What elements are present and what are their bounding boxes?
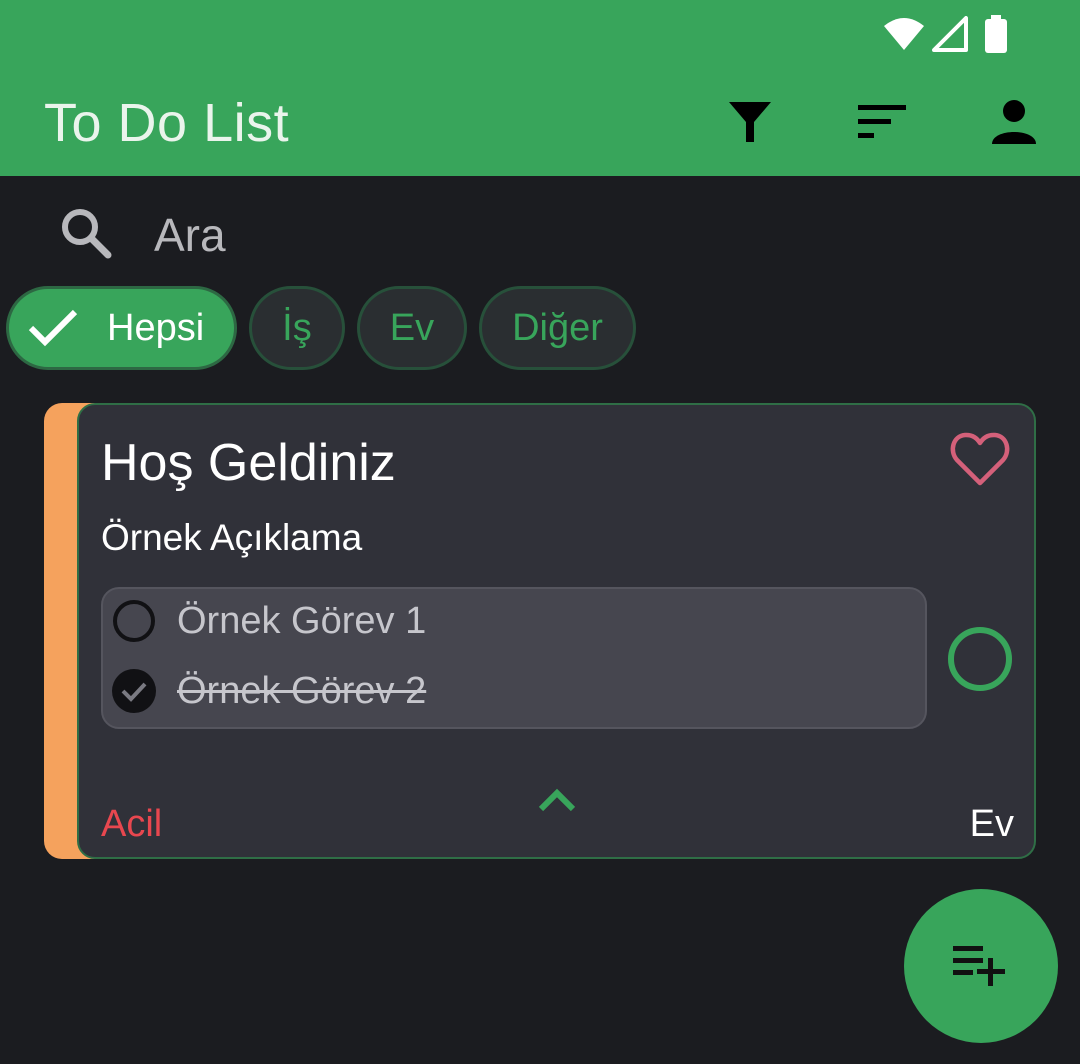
chevron-up-icon[interactable]: [537, 785, 577, 818]
chip-label: Ev: [389, 306, 435, 349]
wifi-icon: [882, 16, 926, 52]
category-label: Ev: [969, 803, 1014, 845]
cellular-signal-icon: [932, 16, 968, 52]
chip-home[interactable]: Ev: [356, 286, 468, 370]
battery-icon: [984, 15, 1008, 53]
subtask-item[interactable]: Örnek Görev 1: [111, 591, 426, 651]
unchecked-circle-icon[interactable]: [111, 598, 157, 644]
sort-button[interactable]: [854, 96, 910, 152]
person-icon: [990, 98, 1038, 151]
add-task-button[interactable]: [904, 889, 1058, 1043]
status-bar: [882, 14, 1008, 54]
search-bar[interactable]: Ara: [58, 200, 1018, 270]
subtask-label: Örnek Görev 1: [177, 599, 427, 642]
priority-label: Acil: [101, 803, 163, 845]
subtask-list: Örnek Görev 1 Örnek Görev 2: [101, 587, 927, 729]
chip-all[interactable]: Hepsi: [6, 286, 238, 370]
filter-chips: Hepsi İş Ev Diğer: [6, 286, 636, 370]
search-input[interactable]: Ara: [154, 208, 226, 262]
filter-button[interactable]: [722, 96, 778, 152]
chip-label: Diğer: [512, 306, 603, 349]
heart-icon[interactable]: [950, 431, 1010, 492]
task-title: Hoş Geldiniz: [101, 434, 396, 492]
subtask-label: Örnek Görev 2: [177, 669, 427, 712]
chip-label: Hepsi: [107, 306, 205, 349]
app-bar: To Do List: [0, 0, 1080, 176]
checked-circle-icon[interactable]: [111, 668, 157, 714]
sort-icon: [856, 102, 908, 147]
chip-label: İş: [282, 306, 312, 349]
task-description: Örnek Açıklama: [101, 517, 363, 558]
search-icon: [58, 205, 114, 266]
task-card[interactable]: Hoş Geldiniz Örnek Açıklama Örnek Görev …: [44, 403, 1036, 859]
check-icon: [27, 308, 79, 348]
chip-other[interactable]: Diğer: [479, 286, 636, 370]
subtask-item[interactable]: Örnek Görev 2: [111, 661, 426, 721]
chip-work[interactable]: İş: [249, 286, 345, 370]
playlist-add-icon: [951, 942, 1011, 991]
app-title: To Do List: [44, 93, 290, 153]
task-card-body[interactable]: Hoş Geldiniz Örnek Açıklama Örnek Görev …: [77, 403, 1036, 859]
complete-toggle-icon[interactable]: [946, 625, 1014, 698]
account-button[interactable]: [986, 96, 1042, 152]
filter-icon: [726, 98, 774, 151]
